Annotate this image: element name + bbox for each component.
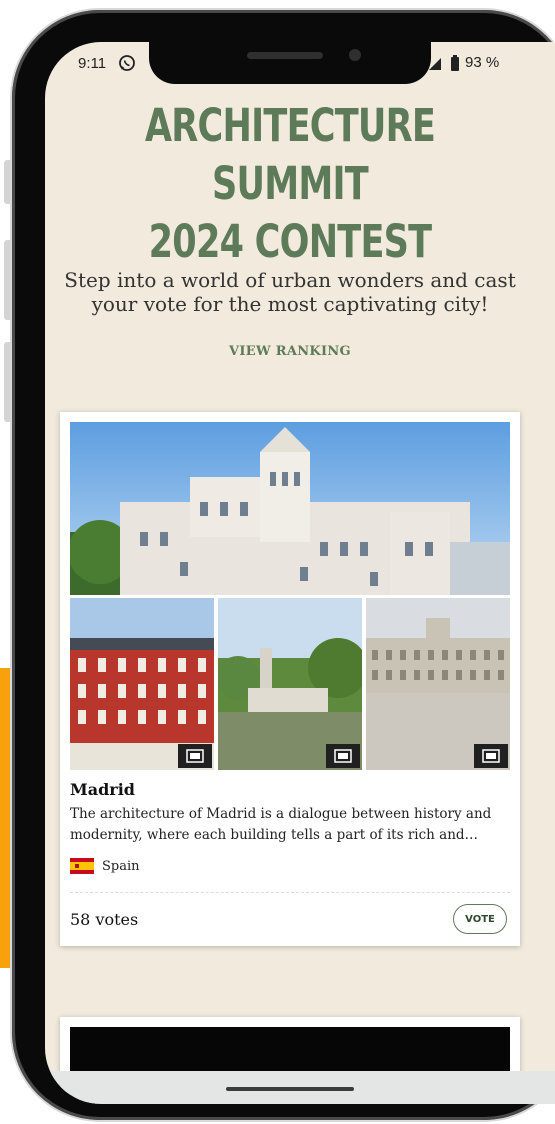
vote-button[interactable]: VOTE bbox=[453, 904, 507, 934]
battery-icon bbox=[451, 55, 459, 71]
spain-flag-icon bbox=[70, 858, 94, 874]
film-icon bbox=[334, 749, 352, 763]
page-subtitle: Step into a world of urban wonders and c… bbox=[64, 268, 516, 316]
phone-screen: 9:11 93 % ARCHITECTURE SUMMIT 2024 CONTE… bbox=[45, 42, 555, 1104]
home-indicator[interactable] bbox=[226, 1087, 354, 1091]
side-button-volume-up bbox=[4, 240, 12, 320]
city-card[interactable]: Madrid The architecture of Madrid is a d… bbox=[60, 412, 520, 946]
vote-count: 58 votes bbox=[70, 910, 139, 929]
title-line-1: ARCHITECTURE SUMMIT bbox=[144, 99, 436, 210]
front-camera bbox=[349, 49, 361, 61]
status-time: 9:11 bbox=[78, 55, 107, 72]
system-nav-bar bbox=[45, 1071, 555, 1104]
page-title: ARCHITECTURE SUMMIT 2024 CONTEST bbox=[99, 97, 481, 271]
country-label: Spain bbox=[102, 859, 140, 874]
earpiece-speaker bbox=[247, 52, 323, 59]
camera-notch bbox=[149, 42, 431, 84]
side-button-volume-down bbox=[4, 342, 12, 422]
film-icon bbox=[482, 749, 500, 763]
city-main-photo[interactable] bbox=[70, 422, 510, 595]
city-name: Madrid bbox=[70, 780, 135, 799]
title-line-2: 2024 CONTEST bbox=[148, 215, 432, 268]
card-divider bbox=[70, 892, 510, 893]
video-badge bbox=[474, 744, 508, 768]
gallery-thumb-2[interactable] bbox=[218, 598, 362, 770]
gallery-thumb-1[interactable] bbox=[70, 598, 214, 770]
battery-percent: 93 % bbox=[465, 54, 500, 71]
video-badge bbox=[178, 744, 212, 768]
side-button-mute bbox=[4, 160, 12, 204]
view-ranking-link[interactable]: VIEW RANKING bbox=[45, 344, 535, 359]
film-icon bbox=[186, 749, 204, 763]
gallery-thumb-3[interactable] bbox=[366, 598, 510, 770]
city-description: The architecture of Madrid is a dialogue… bbox=[70, 806, 492, 843]
video-badge bbox=[326, 744, 360, 768]
whatsapp-icon bbox=[119, 55, 135, 71]
